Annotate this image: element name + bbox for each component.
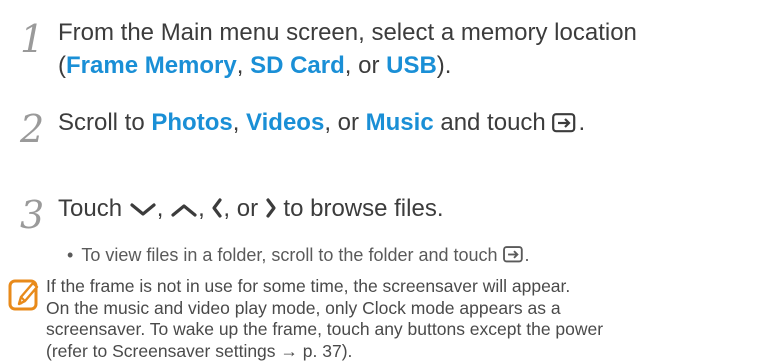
- step-3-pre: Touch: [58, 195, 129, 222]
- step-1-text: From the Main menu screen, select a memo…: [58, 16, 637, 82]
- chevron-down-icon: [129, 201, 157, 219]
- bullet-text: To view files in a folder, scroll to the…: [81, 245, 502, 265]
- step-3-text: Touch , , , or to browse files.: [58, 192, 443, 225]
- note-line: screensaver. To wake up the frame, touch…: [46, 319, 756, 341]
- location-sd-card: SD Card: [250, 52, 345, 79]
- separator: ,: [198, 195, 211, 222]
- step-1-line-1: From the Main menu screen, select a memo…: [58, 16, 637, 49]
- location-usb: USB: [386, 52, 437, 79]
- note-line: If the frame is not in use for some time…: [46, 276, 756, 298]
- enter-icon: [503, 246, 525, 263]
- enter-icon: [552, 113, 578, 133]
- step-number: 1: [20, 20, 44, 58]
- separator: ,: [233, 109, 246, 136]
- menu-photos: Photos: [151, 109, 232, 136]
- step-2-text: Scroll to Photos, Videos, or Music and t…: [58, 106, 585, 139]
- step-1-line-2: (Frame Memory, SD Card, or USB).: [58, 49, 637, 82]
- menu-videos: Videos: [246, 109, 324, 136]
- note-line: (refer to Screensaver settings → p. 37).: [46, 341, 756, 362]
- step-2-pre: Scroll to: [58, 109, 151, 136]
- chevron-up-icon: [170, 201, 198, 219]
- separator: , or: [223, 195, 264, 222]
- separator: , or: [324, 109, 365, 136]
- bullet-item: • To view files in a folder, scroll to th…: [67, 243, 530, 267]
- chevron-left-icon: [211, 197, 223, 219]
- separator: ,: [157, 195, 170, 222]
- paren-close: ).: [437, 52, 452, 79]
- step-number: 2: [20, 110, 44, 148]
- location-frame-memory: Frame Memory: [66, 52, 237, 79]
- paren-open: (: [58, 52, 66, 79]
- menu-music: Music: [366, 109, 434, 136]
- period: .: [578, 109, 585, 136]
- note-text: If the frame is not in use for some time…: [46, 276, 756, 362]
- note-line: On the music and video play mode, only C…: [46, 298, 756, 320]
- note-pencil-icon: [8, 278, 40, 319]
- step-3-post: to browse files.: [277, 195, 444, 222]
- note-box: If the frame is not in use for some time…: [0, 276, 761, 357]
- chevron-right-icon: [265, 197, 277, 219]
- step-number: 3: [20, 196, 44, 234]
- period: .: [525, 245, 530, 265]
- bullet-dot: •: [67, 245, 73, 265]
- separator: , or: [345, 52, 386, 79]
- separator: ,: [237, 52, 250, 79]
- step-2-mid: and touch: [434, 109, 553, 136]
